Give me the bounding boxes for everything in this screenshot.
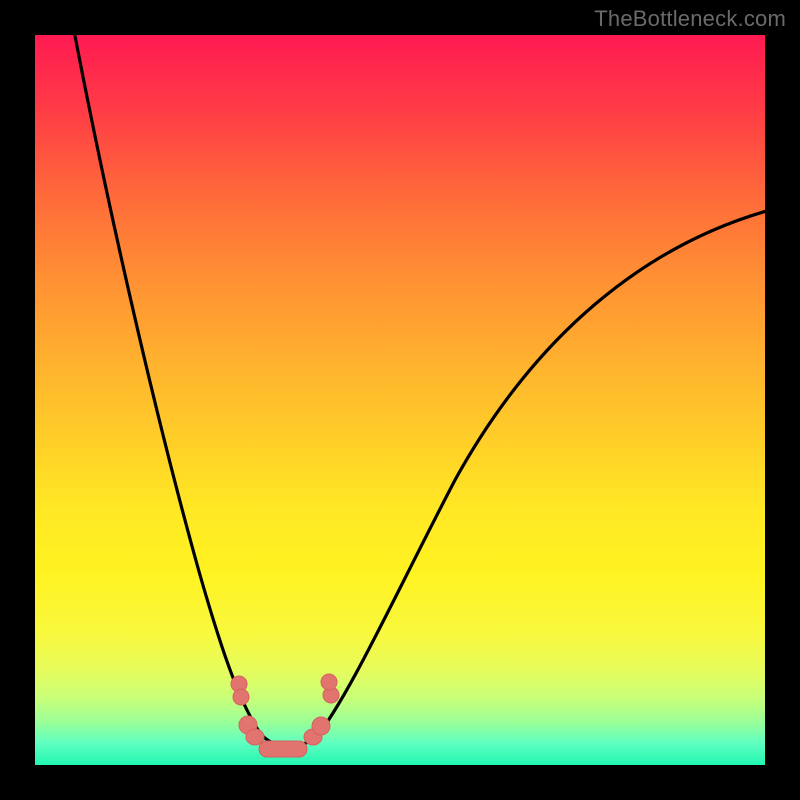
chart-frame: TheBottleneck.com <box>0 0 800 800</box>
plot-area <box>35 35 765 765</box>
marker-group <box>231 674 339 757</box>
curve-right <box>315 210 765 739</box>
watermark-text: TheBottleneck.com <box>594 6 786 32</box>
curve-left <box>71 35 260 733</box>
curve-layer <box>35 35 765 765</box>
